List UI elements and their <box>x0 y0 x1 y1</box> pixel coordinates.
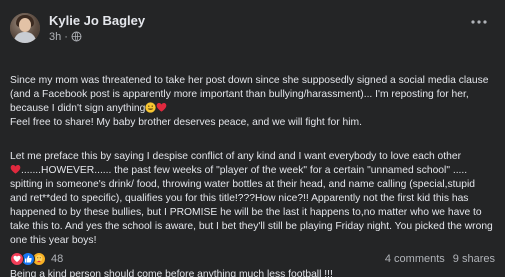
separator-dot: · <box>64 30 68 43</box>
engagement-stats: 4 comments 9 shares <box>385 253 495 265</box>
ellipsis-icon[interactable] <box>469 14 489 30</box>
post-header: Kylie Jo Bagley 3h · <box>10 10 495 46</box>
post-card: Kylie Jo Bagley 3h · Since my mom was th… <box>0 0 505 277</box>
grinning-emoji-icon <box>145 102 157 113</box>
paragraph-text-3: .......HOWEVER...... the past few weeks … <box>10 165 493 246</box>
author-name[interactable]: Kylie Jo Bagley <box>49 13 145 29</box>
heart-emoji-icon <box>10 165 21 174</box>
paragraph-text-1b: Feel free to share! My baby brother dese… <box>10 117 362 128</box>
shares-count-link[interactable]: 9 shares <box>453 253 495 265</box>
paragraph-text-2: Let me preface this by saying I despise … <box>10 151 462 162</box>
love-reaction-icon <box>10 252 24 266</box>
post-footer: 48 4 comments 9 shares <box>10 251 495 267</box>
post-time[interactable]: 3h <box>49 30 61 44</box>
avatar[interactable] <box>10 13 40 43</box>
post-body: Since my mom was threatened to take her … <box>10 60 495 277</box>
post-meta: Kylie Jo Bagley 3h · <box>49 13 145 44</box>
post-paragraph-2: Let me preface this by saying I despise … <box>10 136 495 248</box>
post-paragraph-1: Since my mom was threatened to take her … <box>10 60 495 130</box>
reactions-summary[interactable]: 48 <box>10 252 63 266</box>
comments-count-link[interactable]: 4 comments <box>385 253 445 265</box>
globe-icon <box>71 31 82 42</box>
post-time-row: 3h · <box>49 30 145 44</box>
paragraph-text-1: Since my mom was threatened to take her … <box>10 75 489 114</box>
reaction-count: 48 <box>51 253 64 265</box>
paragraph-text-4: Being a kind person should come before a… <box>10 269 333 277</box>
heart-emoji-icon <box>157 103 167 112</box>
